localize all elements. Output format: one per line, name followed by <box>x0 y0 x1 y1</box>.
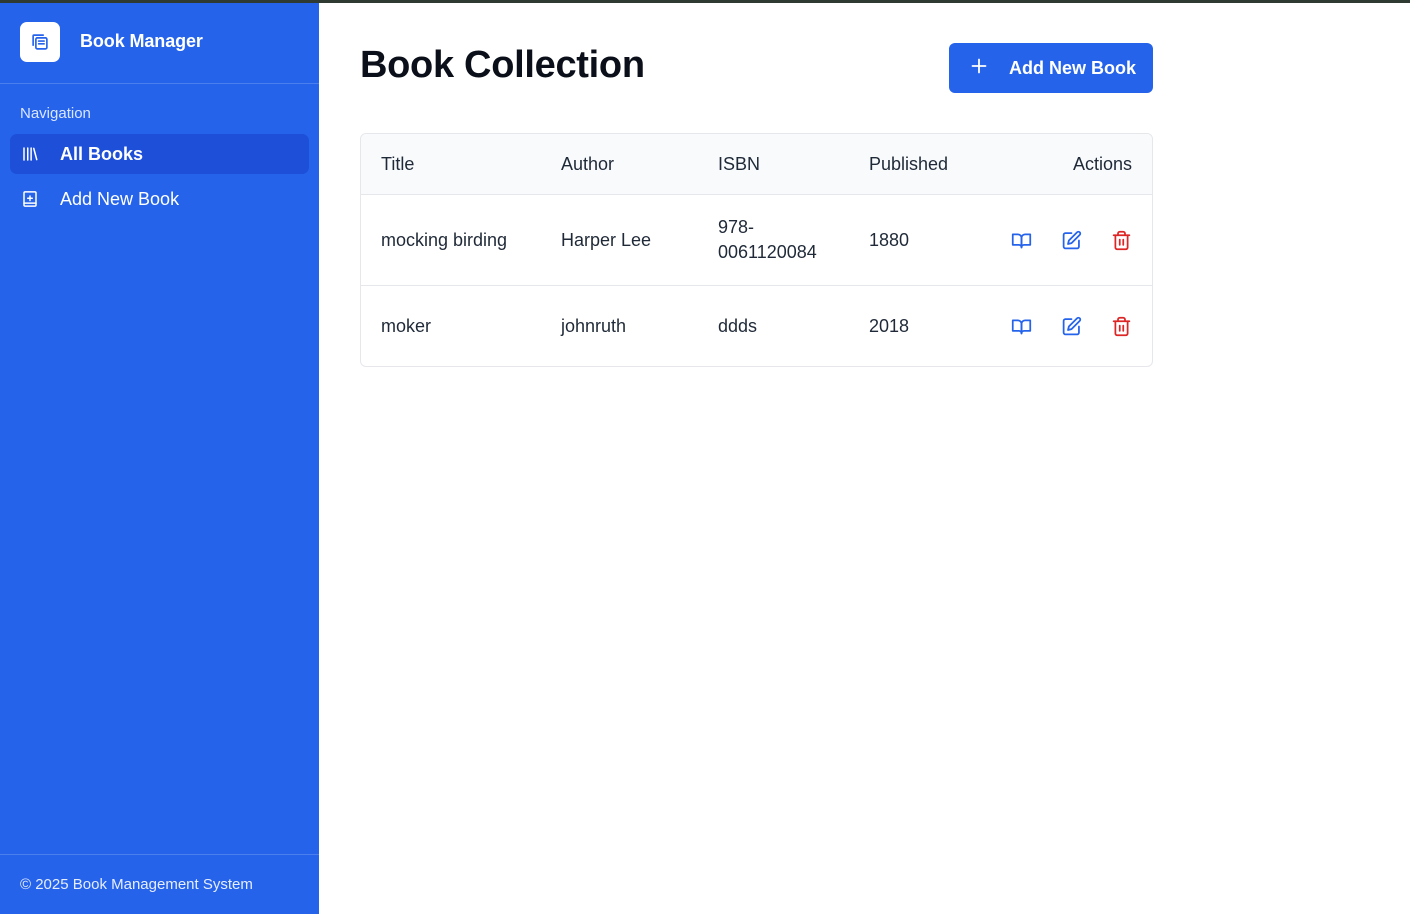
sidebar: Book Manager Navigation All Books Add Ne… <box>0 0 319 914</box>
books-copy-icon <box>20 21 60 62</box>
sidebar-item-label: Add New Book <box>60 188 180 209</box>
sidebar-item-all-books[interactable]: All Books <box>10 134 309 174</box>
edit-icon[interactable] <box>1059 228 1083 252</box>
column-header-published[interactable]: Published <box>849 154 969 175</box>
brand-title: Book Manager <box>80 31 203 51</box>
library-icon <box>20 144 40 164</box>
books-table: Title Author ISBN Published Actions mock… <box>360 133 1153 367</box>
edit-icon[interactable] <box>1059 314 1083 338</box>
table-row: moker johnruth ddds 2018 <box>361 286 1152 366</box>
cell-isbn-line: ddds <box>718 315 758 336</box>
cell-author: johnruth <box>561 315 627 336</box>
nav-section-label: Navigation <box>20 105 91 122</box>
cell-author: Harper Lee <box>561 229 652 250</box>
delete-trash-icon[interactable] <box>1109 228 1133 252</box>
add-new-book-button-label: Add New Book <box>1009 57 1137 78</box>
view-book-icon[interactable] <box>1009 314 1033 338</box>
delete-trash-icon[interactable] <box>1109 314 1133 338</box>
sidebar-nav: All Books Add New Book <box>0 134 319 219</box>
cell-actions <box>969 228 1152 252</box>
cell-title: mocking birding <box>381 229 508 250</box>
cell-published: 2018 <box>869 315 910 336</box>
app-root: Book Manager Navigation All Books Add Ne… <box>0 0 1410 914</box>
add-new-book-button[interactable]: Add New Book <box>949 43 1153 93</box>
book-plus-icon <box>20 189 40 209</box>
sidebar-item-add-new-book[interactable]: Add New Book <box>10 179 309 219</box>
cell-isbn-line: 0061120084 <box>718 242 817 262</box>
page-title: Book Collection <box>360 44 645 86</box>
column-header-author[interactable]: Author <box>541 154 698 175</box>
sidebar-item-label: All Books <box>60 143 144 164</box>
column-header-isbn[interactable]: ISBN <box>698 152 849 177</box>
cell-title: moker <box>381 315 432 336</box>
cell-isbn-line: 978- <box>718 217 755 237</box>
column-header-actions: Actions <box>1072 153 1132 174</box>
cell-actions <box>969 314 1152 338</box>
column-header-title[interactable]: Title <box>361 154 541 175</box>
view-book-icon[interactable] <box>1009 228 1033 252</box>
main-content: Book Collection Add New Book Title Autho… <box>319 0 1410 914</box>
plus-icon <box>971 58 987 79</box>
cell-isbn: ddds <box>698 314 849 339</box>
window-top-border <box>0 0 1410 3</box>
sidebar-footer: © 2025 Book Management System <box>0 854 319 914</box>
table-header: Title Author ISBN Published Actions <box>361 134 1152 195</box>
cell-published: 1880 <box>869 229 910 250</box>
table-row: mocking birding Harper Lee 978- 00611200… <box>361 195 1152 286</box>
cell-isbn: 978- 0061120084 <box>698 215 849 265</box>
brand[interactable]: Book Manager <box>0 0 319 84</box>
